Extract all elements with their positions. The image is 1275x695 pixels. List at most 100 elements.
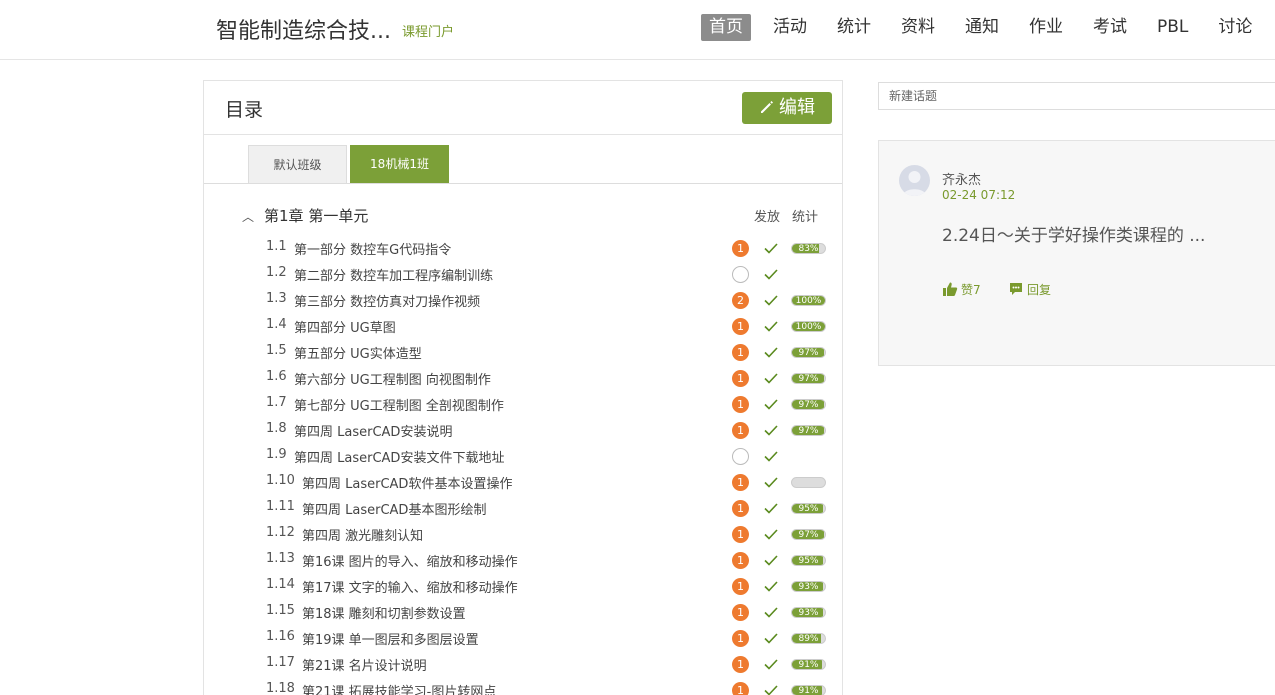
lesson-title[interactable]: 第四周 LaserCAD软件基本设置操作 xyxy=(302,473,512,492)
lesson-row[interactable]: 1.4 第四部分 UG草图 1 100% xyxy=(204,313,842,339)
checkmark-icon[interactable] xyxy=(763,604,779,620)
nav-notices[interactable]: 通知 xyxy=(957,14,1007,41)
checkmark-icon[interactable] xyxy=(763,526,779,542)
lesson-title[interactable]: 第三部分 数控仿真对刀操作视频 xyxy=(294,291,480,310)
lesson-row[interactable]: 1.15 第18课 雕刻和切割参数设置 1 93% xyxy=(204,599,842,625)
progress-bar: 95% xyxy=(791,555,826,566)
lesson-row[interactable]: 1.10 第四周 LaserCAD软件基本设置操作 1 xyxy=(204,469,842,495)
empty-circle-icon[interactable] xyxy=(732,266,749,283)
checkmark-icon[interactable] xyxy=(763,292,779,308)
progress-bar: 91% xyxy=(791,659,826,670)
lesson-row[interactable]: 1.8 第四周 LaserCAD安装说明 1 97% xyxy=(204,417,842,443)
checkmark-icon[interactable] xyxy=(763,370,779,386)
lesson-row[interactable]: 1.9 第四周 LaserCAD安装文件下载地址 xyxy=(204,443,842,469)
chapter-header[interactable]: ︿ 第1章 第一单元 xyxy=(242,205,368,226)
lesson-row[interactable]: 1.5 第五部分 UG实体造型 1 97% xyxy=(204,339,842,365)
task-count-badge[interactable]: 1 xyxy=(732,656,749,673)
checkmark-icon[interactable] xyxy=(763,344,779,360)
lesson-row[interactable]: 1.14 第17课 文字的输入、缩放和移动操作 1 93% xyxy=(204,573,842,599)
checkmark-icon[interactable] xyxy=(763,448,779,464)
checkmark-icon[interactable] xyxy=(763,240,779,256)
lesson-row[interactable]: 1.12 第四周 激光雕刻认知 1 97% xyxy=(204,521,842,547)
task-count-badge[interactable]: 1 xyxy=(732,344,749,361)
task-count-badge[interactable]: 1 xyxy=(732,370,749,387)
lesson-title[interactable]: 第17课 文字的输入、缩放和移动操作 xyxy=(302,577,518,596)
post-author[interactable]: 齐永杰 xyxy=(942,169,981,188)
task-count-badge[interactable]: 1 xyxy=(732,630,749,647)
progress-percent: 83% xyxy=(798,244,819,254)
task-count-badge[interactable]: 2 xyxy=(732,292,749,309)
task-count-badge[interactable]: 1 xyxy=(732,318,749,335)
lesson-row[interactable]: 1.6 第六部分 UG工程制图 向视图制作 1 97% xyxy=(204,365,842,391)
checkmark-icon[interactable] xyxy=(763,396,779,412)
task-count-badge[interactable]: 1 xyxy=(732,240,749,257)
nav-homework[interactable]: 作业 xyxy=(1021,14,1071,41)
checkmark-icon[interactable] xyxy=(763,630,779,646)
checkmark-icon[interactable] xyxy=(763,266,779,282)
lesson-title[interactable]: 第七部分 UG工程制图 全剖视图制作 xyxy=(294,395,504,414)
catalog-panel: 目录 编辑 默认班级 18机械1班 ︿ 第1章 第一单元 发放 统计 1.1 第一部分… xyxy=(203,80,843,695)
lesson-title[interactable]: 第五部分 UG实体造型 xyxy=(294,343,422,362)
new-topic-input[interactable] xyxy=(878,82,1275,110)
checkmark-icon[interactable] xyxy=(763,422,779,438)
like-button[interactable]: 赞7 xyxy=(942,281,981,298)
lesson-title[interactable]: 第四周 LaserCAD安装说明 xyxy=(294,421,452,440)
reply-button[interactable]: 回复 xyxy=(1008,281,1051,298)
lesson-row[interactable]: 1.2 第二部分 数控车加工程序编制训练 xyxy=(204,261,842,287)
checkmark-icon[interactable] xyxy=(763,500,779,516)
lesson-row[interactable]: 1.16 第19课 单一图层和多图层设置 1 89% xyxy=(204,625,842,651)
lesson-title[interactable]: 第18课 雕刻和切割参数设置 xyxy=(302,603,466,622)
tab-class-18-mech-1[interactable]: 18机械1班 xyxy=(350,145,449,183)
checkmark-icon[interactable] xyxy=(763,578,779,594)
course-portal-link[interactable]: 课程门户 xyxy=(402,21,454,40)
empty-circle-icon[interactable] xyxy=(732,448,749,465)
task-count-badge[interactable]: 1 xyxy=(732,474,749,491)
checkmark-icon[interactable] xyxy=(763,682,779,695)
edit-button[interactable]: 编辑 xyxy=(742,92,832,124)
lesson-title[interactable]: 第四部分 UG草图 xyxy=(294,317,396,336)
checkmark-icon[interactable] xyxy=(763,552,779,568)
lesson-title[interactable]: 第四周 激光雕刻认知 xyxy=(302,525,423,544)
lesson-title[interactable]: 第二部分 数控车加工程序编制训练 xyxy=(294,265,493,284)
nav-discussion[interactable]: 讨论 xyxy=(1210,14,1260,41)
nav-statistics[interactable]: 统计 xyxy=(829,14,879,41)
lesson-title[interactable]: 第16课 图片的导入、缩放和移动操作 xyxy=(302,551,518,570)
task-count-badge[interactable]: 1 xyxy=(732,422,749,439)
task-count-badge[interactable]: 1 xyxy=(732,682,749,695)
task-count-badge[interactable]: 1 xyxy=(732,552,749,569)
lesson-title[interactable]: 第六部分 UG工程制图 向视图制作 xyxy=(294,369,491,388)
chevron-up-icon[interactable]: ︿ xyxy=(242,208,254,225)
post-title[interactable]: 2.24日～关于学好操作类课程的 ... xyxy=(942,221,1205,246)
task-count-badge[interactable]: 1 xyxy=(732,500,749,517)
lesson-row[interactable]: 1.18 第21课 拓展技能学习-图片转网点 1 91% xyxy=(204,677,842,695)
task-count-badge[interactable]: 1 xyxy=(732,578,749,595)
task-count-badge[interactable]: 1 xyxy=(732,604,749,621)
lesson-title[interactable]: 第21课 拓展技能学习-图片转网点 xyxy=(302,681,496,695)
progress-percent: 93% xyxy=(798,582,819,592)
course-title[interactable]: 智能制造综合技... xyxy=(216,13,391,45)
checkmark-icon[interactable] xyxy=(763,474,779,490)
progress-percent: 97% xyxy=(798,348,819,358)
lesson-title[interactable]: 第19课 单一图层和多图层设置 xyxy=(302,629,479,648)
lesson-title[interactable]: 第21课 名片设计说明 xyxy=(302,655,427,674)
task-count-badge[interactable]: 1 xyxy=(732,526,749,543)
lesson-row[interactable]: 1.11 第四周 LaserCAD基本图形绘制 1 95% xyxy=(204,495,842,521)
tab-default-class[interactable]: 默认班级 xyxy=(248,145,347,183)
lesson-row[interactable]: 1.7 第七部分 UG工程制图 全剖视图制作 1 97% xyxy=(204,391,842,417)
lesson-row[interactable]: 1.1 第一部分 数控车G代码指令 1 83% xyxy=(204,235,842,261)
avatar[interactable] xyxy=(899,165,930,196)
lesson-title[interactable]: 第一部分 数控车G代码指令 xyxy=(294,239,451,258)
lesson-title[interactable]: 第四周 LaserCAD安装文件下载地址 xyxy=(294,447,504,466)
nav-pbl[interactable]: PBL xyxy=(1149,14,1196,41)
checkmark-icon[interactable] xyxy=(763,656,779,672)
lesson-row[interactable]: 1.13 第16课 图片的导入、缩放和移动操作 1 95% xyxy=(204,547,842,573)
checkmark-icon[interactable] xyxy=(763,318,779,334)
nav-exams[interactable]: 考试 xyxy=(1085,14,1135,41)
lesson-row[interactable]: 1.17 第21课 名片设计说明 1 91% xyxy=(204,651,842,677)
lesson-title[interactable]: 第四周 LaserCAD基本图形绘制 xyxy=(302,499,486,518)
nav-materials[interactable]: 资料 xyxy=(893,14,943,41)
nav-home[interactable]: 首页 xyxy=(701,14,751,41)
nav-activities[interactable]: 活动 xyxy=(765,14,815,41)
task-count-badge[interactable]: 1 xyxy=(732,396,749,413)
lesson-row[interactable]: 1.3 第三部分 数控仿真对刀操作视频 2 100% xyxy=(204,287,842,313)
